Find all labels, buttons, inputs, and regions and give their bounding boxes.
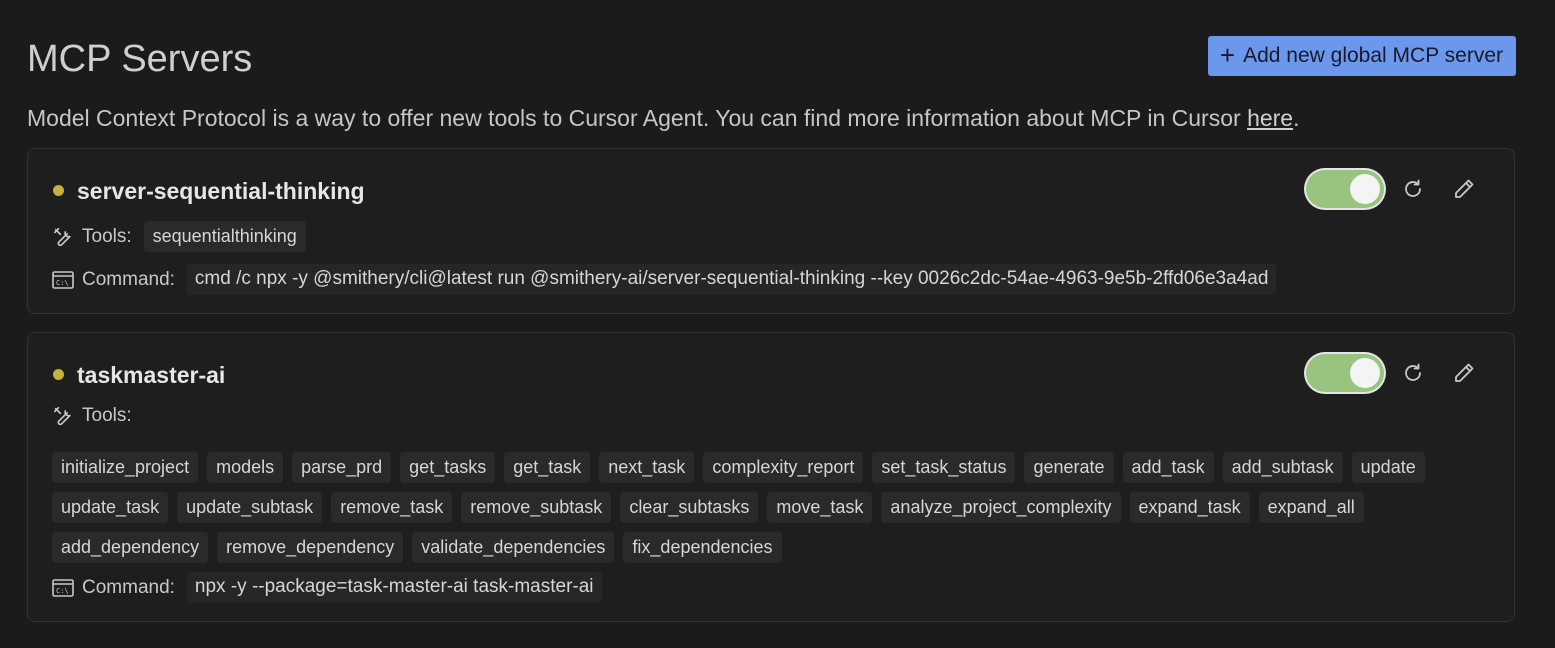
tools-label: Tools:: [82, 225, 132, 247]
wrench-screwdriver-icon: [52, 226, 74, 248]
add-button-label: Add new global MCP server: [1243, 44, 1503, 67]
tool-chip: get_task: [504, 452, 591, 483]
tool-chip: complexity_report: [703, 452, 864, 483]
tool-chip: clear_subtasks: [620, 492, 759, 523]
page-title: MCP Servers: [27, 38, 253, 80]
tool-chip: update_subtask: [177, 492, 323, 523]
tool-chip: fix_dependencies: [623, 532, 782, 563]
server-name: server-sequential-thinking: [77, 178, 365, 204]
edit-button[interactable]: [1449, 174, 1479, 204]
svg-text:C:\: C:\: [56, 279, 69, 287]
tool-chip: expand_all: [1258, 492, 1364, 523]
more-info-link[interactable]: here: [1247, 105, 1293, 131]
command-row: C:\ Command: npx -y --package=task-maste…: [52, 572, 602, 603]
tool-chip: remove_task: [331, 492, 453, 523]
server-card: taskmaster-ai Tools: initialize_project …: [27, 332, 1515, 622]
tool-chip: expand_task: [1129, 492, 1250, 523]
refresh-button[interactable]: [1398, 358, 1428, 388]
server-name: taskmaster-ai: [77, 362, 226, 388]
tool-chip: analyze_project_complexity: [881, 492, 1121, 523]
terminal-icon: C:\: [52, 578, 74, 598]
server-enable-toggle[interactable]: [1306, 170, 1384, 208]
toggle-knob: [1350, 358, 1380, 388]
tool-chip: sequentialthinking: [143, 221, 306, 252]
tool-list: initialize_project models parse_prd get_…: [52, 452, 1490, 563]
plus-icon: +: [1219, 40, 1236, 70]
refresh-icon: [1401, 361, 1425, 385]
tools-label: Tools:: [82, 405, 132, 426]
tool-chip: validate_dependencies: [412, 532, 615, 563]
pencil-icon: [1452, 361, 1476, 385]
status-dot: [53, 185, 64, 196]
toggle-knob: [1350, 174, 1380, 204]
tool-chip: remove_subtask: [461, 492, 612, 523]
tools-row: Tools: sequentialthinking: [52, 221, 306, 252]
tool-chip: add_task: [1122, 452, 1214, 483]
command-label: Command:: [82, 268, 175, 290]
terminal-icon: C:\: [52, 270, 74, 290]
description-text: Model Context Protocol is a way to offer…: [27, 105, 1248, 131]
server-enable-toggle[interactable]: [1306, 354, 1384, 392]
wrench-screwdriver-icon: [52, 405, 74, 427]
tool-chip: set_task_status: [872, 452, 1016, 483]
add-global-mcp-server-button[interactable]: + Add new global MCP server: [1207, 36, 1516, 76]
tools-row: Tools:: [52, 405, 132, 427]
server-card: server-sequential-thinking Tools: sequen…: [27, 148, 1515, 314]
tool-chip: update: [1351, 452, 1425, 483]
pencil-icon: [1452, 177, 1476, 201]
tool-chip: initialize_project: [52, 452, 199, 483]
refresh-icon: [1401, 177, 1425, 201]
tool-chip: add_dependency: [52, 532, 209, 563]
description: Model Context Protocol is a way to offer…: [27, 102, 1300, 134]
header: MCP Servers + Add new global MCP server: [27, 0, 1516, 100]
tool-chip: remove_dependency: [217, 532, 404, 563]
description-suffix: .: [1293, 105, 1300, 131]
tool-chip: next_task: [599, 452, 695, 483]
tool-chip: parse_prd: [292, 452, 392, 483]
tool-chip: get_tasks: [400, 452, 496, 483]
refresh-button[interactable]: [1398, 174, 1428, 204]
svg-text:C:\: C:\: [56, 587, 69, 595]
tool-chip: add_subtask: [1222, 452, 1343, 483]
command-text: npx -y --package=task-master-ai task-mas…: [186, 572, 602, 603]
edit-button[interactable]: [1449, 358, 1479, 388]
tool-chip: models: [207, 452, 284, 483]
status-dot: [53, 369, 64, 380]
command-text: cmd /c npx -y @smithery/cli@latest run @…: [186, 264, 1277, 295]
tool-chip: update_task: [52, 492, 169, 523]
command-label: Command:: [82, 576, 175, 598]
tool-chip: move_task: [767, 492, 873, 523]
tool-chip: generate: [1024, 452, 1114, 483]
command-row: C:\ Command: cmd /c npx -y @smithery/cli…: [52, 264, 1277, 295]
